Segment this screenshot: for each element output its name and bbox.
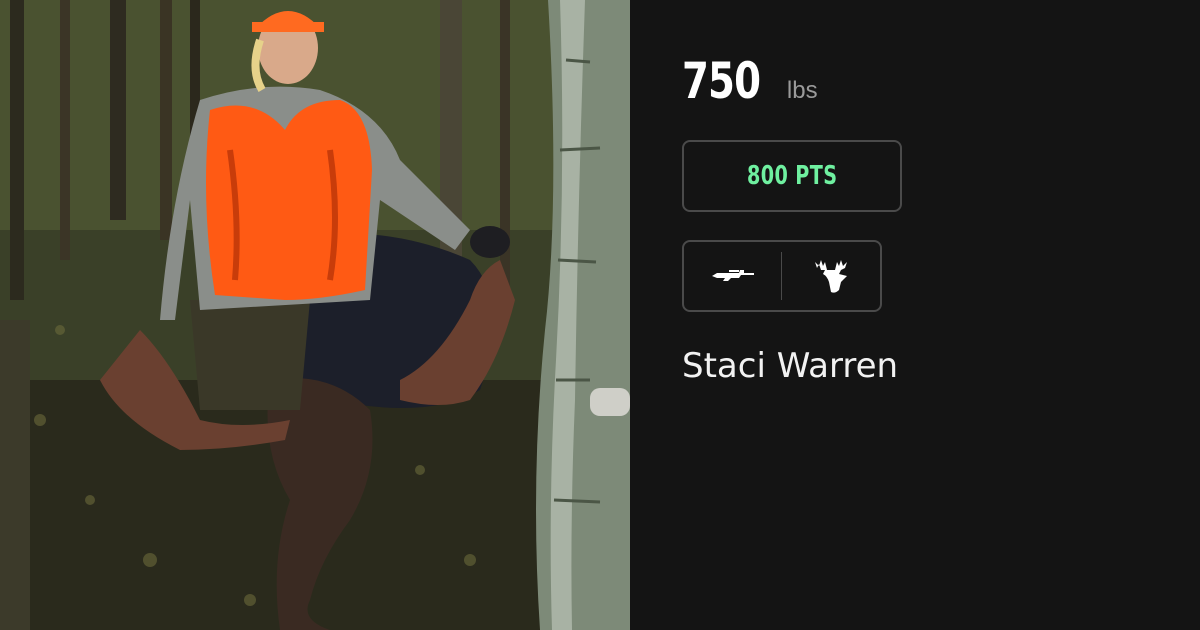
weight-display: 750 lbs bbox=[682, 52, 818, 110]
points-value: 800 PTS bbox=[746, 161, 838, 191]
rifle-icon bbox=[684, 242, 781, 310]
moose-icon bbox=[782, 242, 879, 310]
harvest-photo bbox=[0, 0, 630, 630]
hunter-name: Staci Warren bbox=[682, 346, 899, 386]
harvest-details-panel: 750 lbs 800 PTS Staci Warren bbox=[630, 0, 1200, 630]
points-badge: 800 PTS bbox=[682, 140, 902, 212]
weight-unit: lbs bbox=[786, 77, 818, 104]
harvest-type-icons bbox=[682, 240, 882, 312]
weight-value: 750 bbox=[682, 52, 761, 110]
